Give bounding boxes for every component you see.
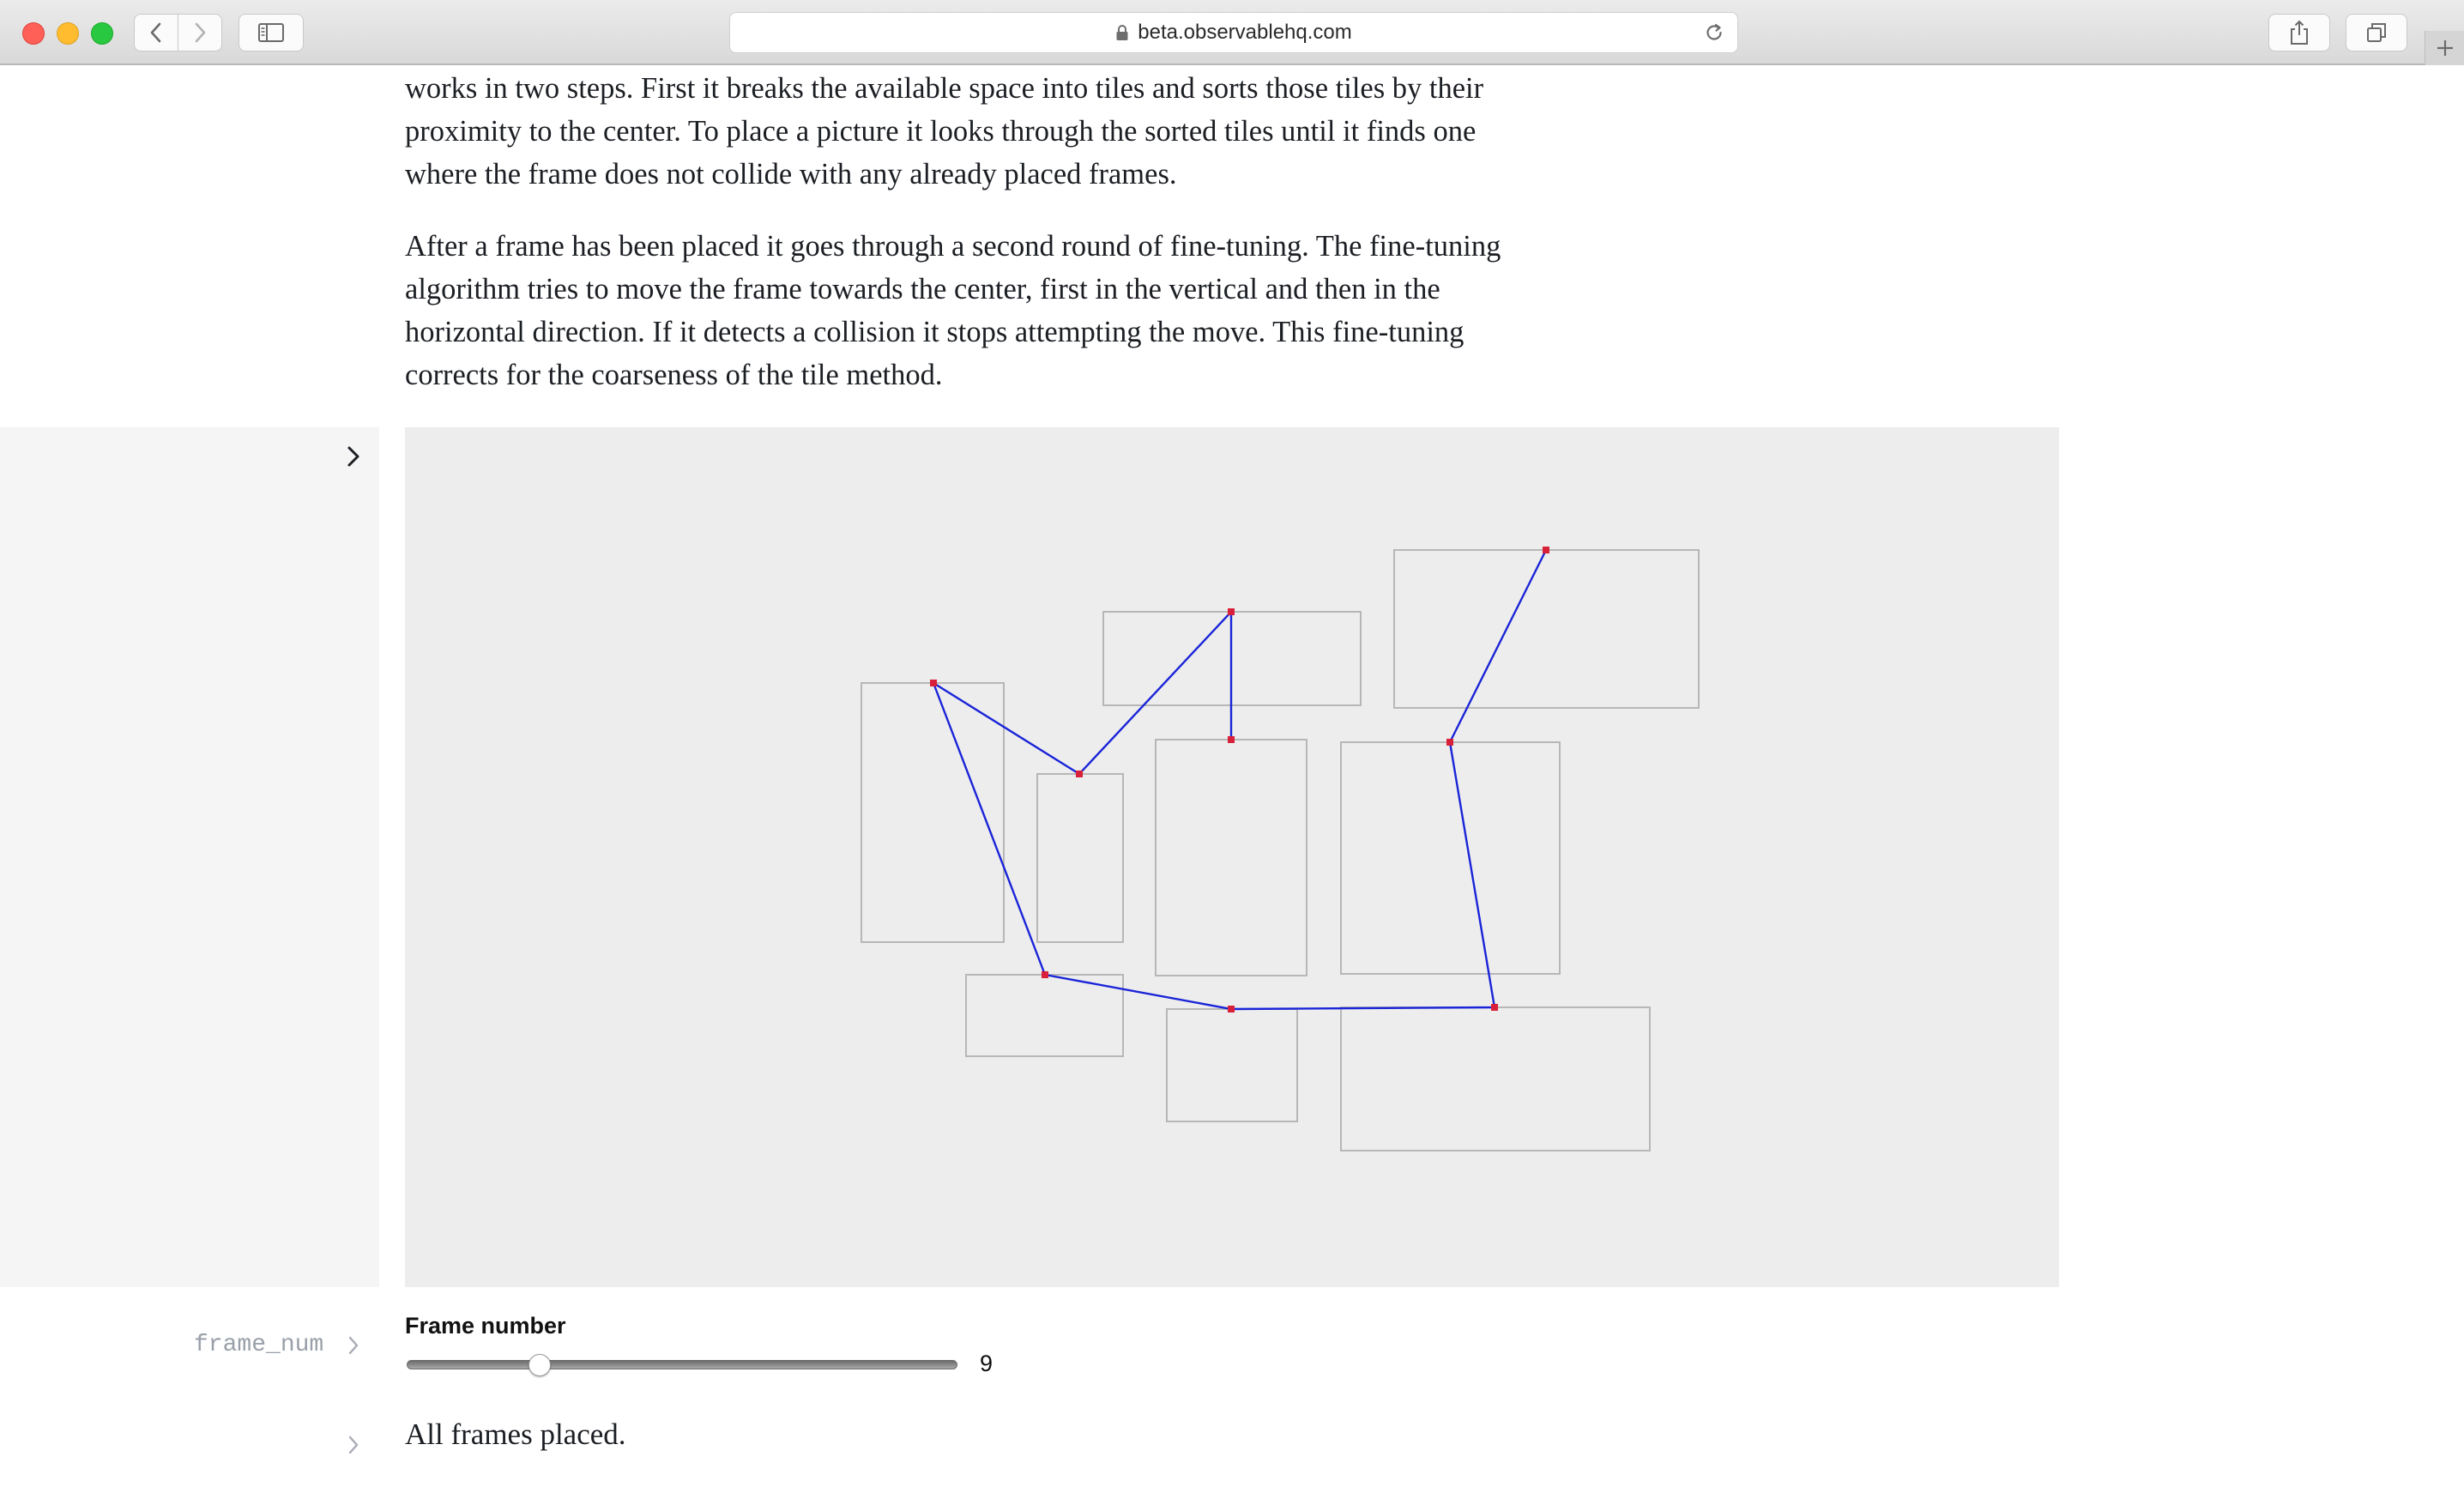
anchor-point [1228,1006,1235,1012]
sidebar-toggle-button[interactable] [239,14,304,51]
browser-toolbar: beta.observablehq.com [0,0,2464,65]
minimize-window-button[interactable] [57,22,79,45]
anchor-point [930,680,937,686]
share-icon [2291,20,2308,45]
maximize-window-button[interactable] [91,22,113,45]
show-tabs-button[interactable] [2346,14,2407,51]
frame-number-slider-thumb[interactable] [528,1354,551,1376]
share-button[interactable] [2268,14,2330,51]
forward-button[interactable] [178,14,222,51]
sidebar-icon [258,23,284,42]
anchor-point [1076,771,1083,777]
article-paragraph-2: After a frame has been placed it goes th… [405,230,1501,391]
lock-icon [1116,25,1128,40]
placement-path-1 [933,608,1233,776]
placement-path-2 [932,549,1548,1011]
plus-icon [2437,40,2453,56]
url-text: beta.observablehq.com [1138,21,1352,44]
chevron-right-icon [348,1336,359,1355]
frame-rect-frame-4 [1393,549,1700,709]
back-button[interactable] [134,14,178,51]
chevron-left-icon [150,22,161,43]
reload-icon[interactable] [1703,21,1725,44]
anchor-point [1228,736,1235,743]
frame-rect-frame-5 [1155,739,1307,976]
frame-rect-frame-7 [965,974,1124,1057]
frame-rect-frame-9 [1340,1006,1651,1151]
chevron-right-icon [195,22,206,43]
cell-gutter [0,427,379,1287]
frame-layout-visualization [405,427,2059,1287]
anchor-point [1446,739,1453,746]
status-output: All frames placed. [405,1417,626,1451]
close-window-button[interactable] [22,22,45,45]
anchor-point [1228,608,1235,615]
slider-label: Frame number [405,1313,566,1339]
frame-layout-chart [861,547,1700,1151]
chevron-right-icon [348,1435,359,1454]
frame-number-slider-track[interactable] [407,1360,957,1369]
address-bar[interactable]: beta.observablehq.com [729,12,1738,53]
frame-rect-frame-8 [1166,1008,1298,1122]
frame-rect-frame-2 [1036,773,1124,943]
anchor-point [1543,547,1549,553]
slider-value: 9 [980,1351,993,1376]
anchor-point [1042,971,1048,978]
frame-num-variable-name: frame_num [194,1332,324,1358]
frame-rect-frame-6 [1340,741,1561,975]
expand-frame-num-cell-button[interactable] [343,1328,364,1363]
tabs-overview-icon [2367,23,2386,42]
expand-cell-button[interactable] [340,439,367,474]
article-paragraph-1: works in two steps. First it breaks the … [405,72,1484,190]
expand-output-cell-button[interactable] [343,1428,364,1462]
chevron-right-icon [347,446,359,467]
new-tab-button[interactable] [2425,31,2464,65]
anchor-point [1491,1004,1498,1011]
